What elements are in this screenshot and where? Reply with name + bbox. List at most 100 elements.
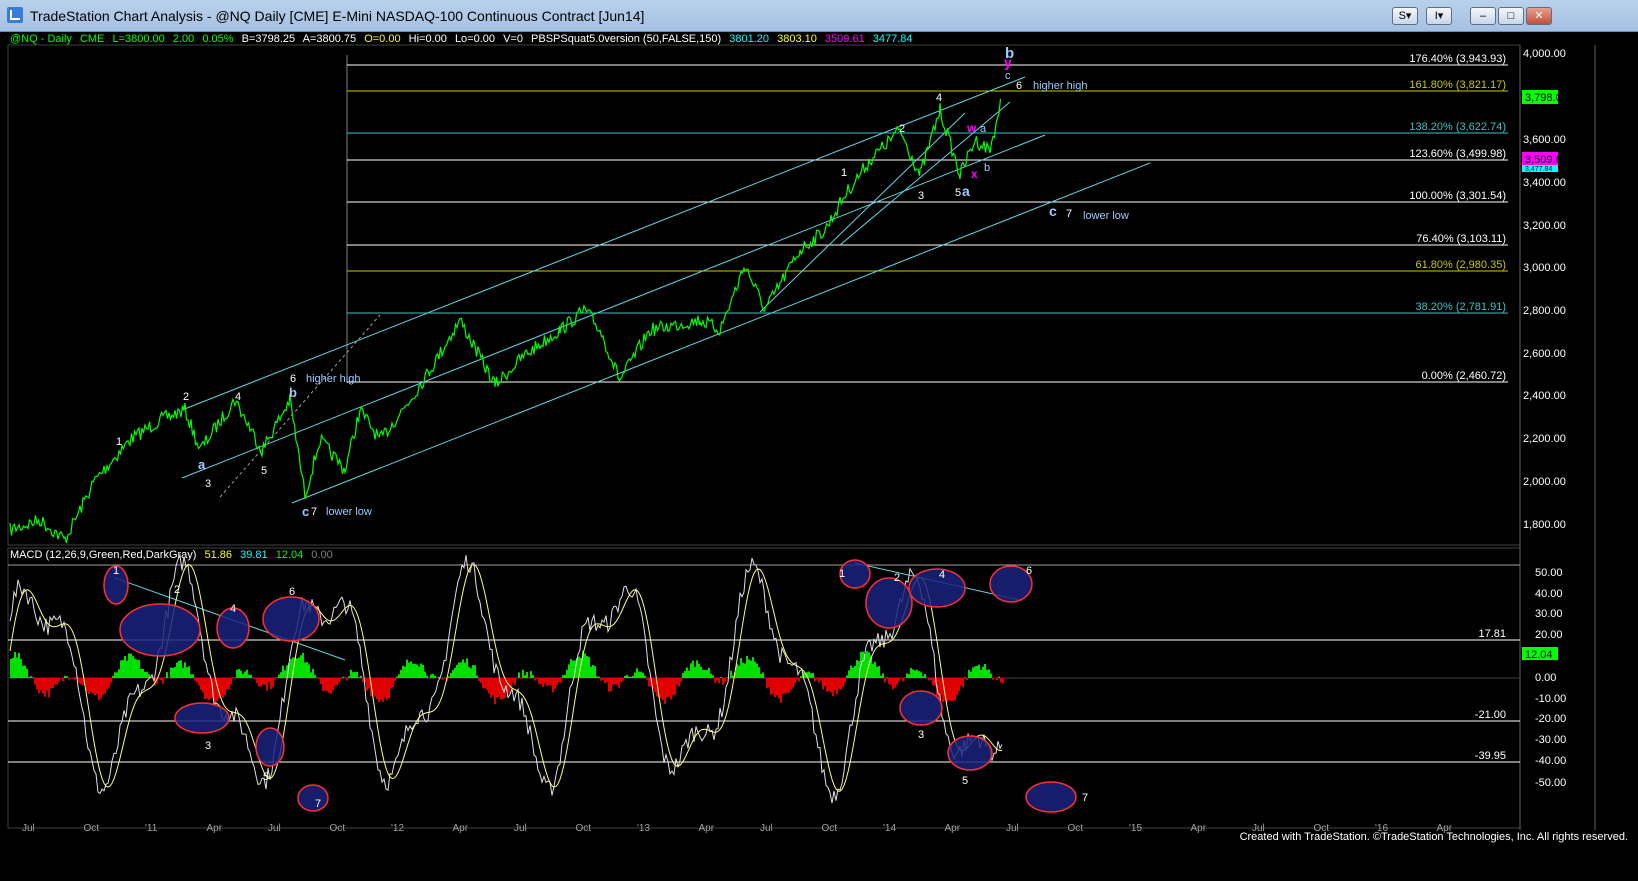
ellipse-marker <box>865 577 913 629</box>
wave-label: 5 <box>955 187 961 199</box>
histogram-bar <box>20 659 22 678</box>
histogram-bar <box>138 659 140 678</box>
histogram-bar <box>74 678 76 680</box>
fib-label: 138.20% (3,622.74) <box>1409 121 1506 133</box>
histogram-bar <box>32 677 34 678</box>
histogram-bar <box>948 678 950 701</box>
histogram-bar <box>266 678 268 691</box>
histogram-bar <box>190 674 192 678</box>
time-tick: Apr <box>945 823 961 834</box>
histogram-bar <box>330 678 332 694</box>
price-tick: 3,400.00 <box>1523 177 1566 189</box>
histogram-bar <box>918 671 920 678</box>
histogram-bar <box>374 678 376 697</box>
wave-label: 3 <box>205 478 211 490</box>
ellipse-marker <box>297 784 329 812</box>
histogram-bar <box>952 678 954 701</box>
histogram-bar <box>360 675 362 678</box>
wave-label: lower low <box>326 506 372 518</box>
histogram-bar <box>396 676 398 678</box>
histogram-bar <box>514 678 516 685</box>
histogram-bar <box>700 666 702 678</box>
histogram-bar <box>854 665 856 678</box>
histogram-bar <box>176 662 178 678</box>
histogram-bar <box>888 678 890 685</box>
macd-wave-label: 4 <box>939 569 945 581</box>
time-tick: Apr <box>207 823 223 834</box>
histogram-bar <box>28 677 30 678</box>
copyright-credit: Created with TradeStation. ©TradeStation… <box>1239 831 1628 843</box>
histogram-bar <box>260 678 262 687</box>
histogram-bar <box>530 671 532 678</box>
histogram-bar <box>462 659 464 678</box>
histogram-bar <box>836 678 838 695</box>
histogram-bar <box>40 678 42 691</box>
price-tick: 4,000.00 <box>1523 48 1566 60</box>
wave-label: 1 <box>116 436 122 448</box>
histogram-bar <box>766 678 768 689</box>
histogram-bar <box>298 657 300 678</box>
ellipse-marker <box>908 568 966 608</box>
chart-canvas[interactable]: 176.40% (3,943.93) 161.80% (3,821.17) 13… <box>0 0 1638 881</box>
histogram-bar <box>146 671 148 678</box>
histogram-bar <box>532 675 534 678</box>
histogram-bar <box>826 678 828 692</box>
histogram-bar <box>784 678 786 694</box>
macd-wave-label: 4 <box>230 603 236 615</box>
histogram-bar <box>306 662 308 678</box>
histogram-bar <box>358 677 360 678</box>
histogram-bar <box>526 672 528 678</box>
time-tick: Jul <box>22 823 35 834</box>
fib-labels: 176.40% (3,943.93) 161.80% (3,821.17) 13… <box>1409 53 1506 382</box>
histogram-bar <box>472 665 474 678</box>
histogram-bar <box>512 678 514 683</box>
histogram-bar <box>420 663 422 678</box>
histogram-bar <box>88 678 90 694</box>
histogram-bar <box>42 678 44 694</box>
histogram-bar <box>206 678 208 699</box>
histogram-bar <box>258 678 260 687</box>
wave-label: higher high <box>306 373 360 385</box>
price-axis: 4,000.00 3,600.00 3,400.00 3,200.00 3,00… <box>1523 48 1566 531</box>
wave-label: a <box>962 183 970 199</box>
price-series-line <box>9 98 1002 544</box>
wave-label: 2 <box>899 123 905 135</box>
macd-tick: 30.00 <box>1535 608 1563 620</box>
trend-channels <box>181 76 1151 504</box>
histogram-bar <box>914 670 916 678</box>
macd-wave-label: 5 <box>263 771 269 783</box>
histogram-bar <box>346 678 348 681</box>
time-tick: Oct <box>1068 823 1084 834</box>
histogram-bar <box>202 678 204 693</box>
histogram-bar <box>470 668 472 678</box>
histogram-bar <box>274 678 276 680</box>
histogram-bar <box>548 678 550 686</box>
histogram-bar <box>896 678 898 685</box>
histogram-bar <box>662 678 664 700</box>
histogram-bar <box>256 678 258 683</box>
channel-mid-line <box>181 134 1046 479</box>
price-tick: 3,000.00 <box>1523 262 1566 274</box>
histogram-bar <box>134 658 136 678</box>
histogram-bar <box>120 660 122 678</box>
histogram-bar <box>800 676 802 678</box>
histogram-bar <box>132 656 134 678</box>
histogram-bar <box>228 678 230 690</box>
histogram-bar <box>240 670 242 678</box>
wave-label: lower low <box>1083 210 1129 222</box>
histogram-bar <box>624 675 626 678</box>
histogram-bar <box>490 678 492 698</box>
wave-label: 6 <box>1016 80 1022 92</box>
histogram-bar <box>56 678 58 685</box>
histogram-bar <box>672 678 674 696</box>
histogram-bar <box>410 661 412 678</box>
histogram-bar <box>466 658 468 678</box>
wave-label: a <box>980 123 987 135</box>
histogram-bar <box>92 678 94 694</box>
histogram-bar <box>290 658 292 678</box>
wave-label: higher high <box>1033 80 1087 92</box>
histogram-bar <box>282 665 284 678</box>
histogram-bar <box>182 668 184 678</box>
histogram-bar <box>452 670 454 678</box>
fib-label: 38.20% (2,781.91) <box>1415 301 1506 313</box>
